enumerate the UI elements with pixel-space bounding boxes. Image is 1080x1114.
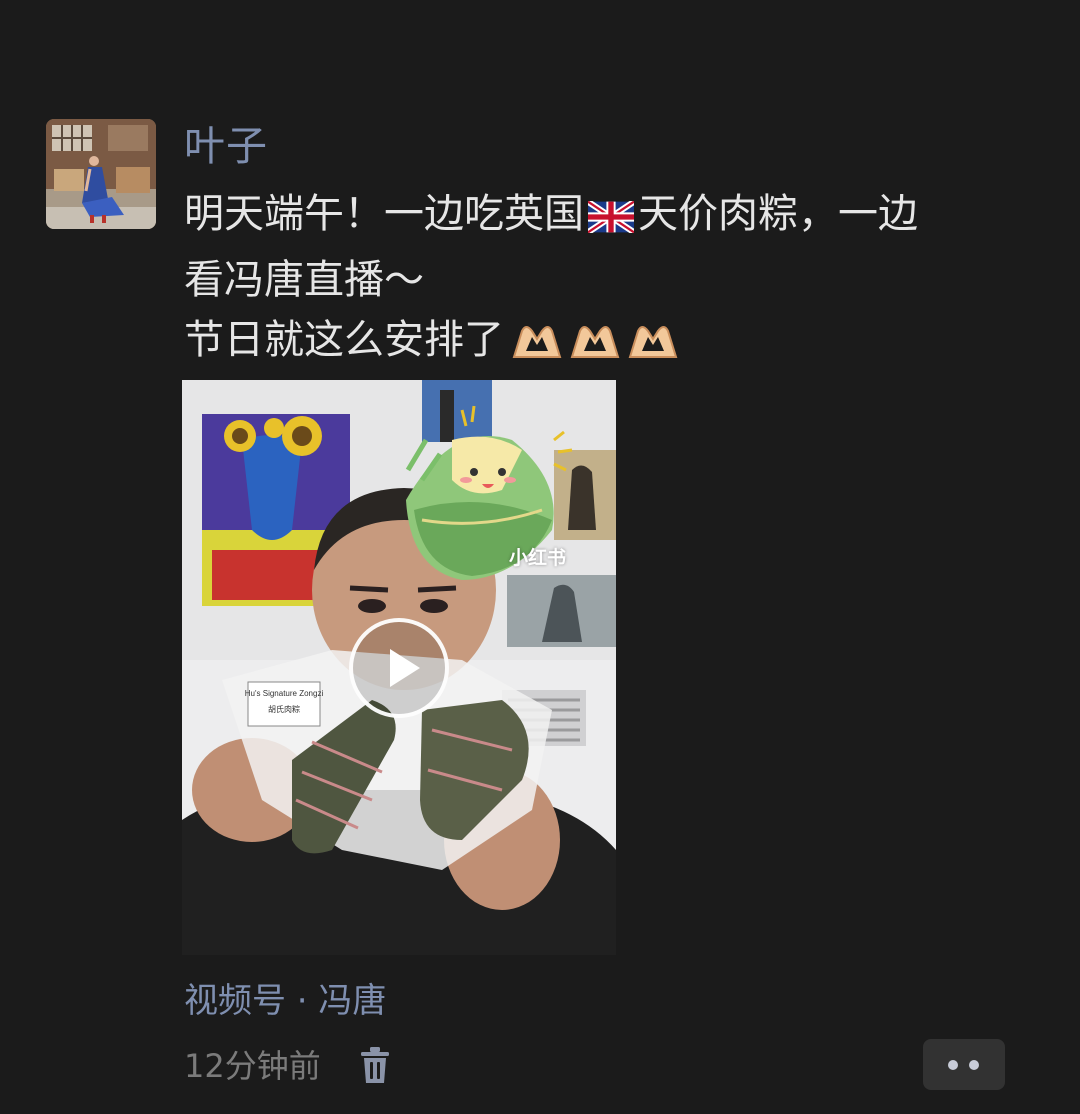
more-dot-icon <box>948 1060 958 1070</box>
xiaohongshu-watermark: 小红书 <box>509 547 567 569</box>
avatar[interactable] <box>46 119 156 229</box>
uk-flag-icon <box>586 190 636 250</box>
channel-link[interactable]: 视频号 · 冯唐 <box>184 976 386 1026</box>
play-button[interactable] <box>349 618 449 718</box>
post-text-line-1: 明天端午！一边吃英国 天价肉粽，一边 <box>184 184 1044 250</box>
package-label-en: Hu's Signature Zongzi <box>245 689 324 698</box>
username[interactable]: 叶子 <box>184 118 268 174</box>
post-text-line-2: 看冯唐直播～ <box>184 257 424 303</box>
video-thumbnail[interactable]: Hu's Signature Zongzi 胡氏肉粽 小红书 <box>182 380 616 955</box>
more-dot-icon <box>969 1060 979 1070</box>
moments-post: 叶子 明天端午！一边吃英国 天价肉粽，一边 看冯唐直播～ 节日就这么安排了 Hu… <box>0 0 1080 1114</box>
package-label-cn: 胡氏肉粽 <box>268 704 300 714</box>
post-text-line-3: 节日就这么安排了 <box>184 310 1044 378</box>
post-time: 12分钟前 <box>184 1047 321 1085</box>
more-button[interactable] <box>923 1039 1005 1090</box>
play-icon <box>390 649 420 687</box>
post-text: 明天端午！一边吃英国 天价肉粽，一边 看冯唐直播～ 节日就这么安排了 <box>184 184 1044 378</box>
heart-hands-icon <box>508 318 682 378</box>
trash-icon[interactable] <box>358 1045 392 1085</box>
